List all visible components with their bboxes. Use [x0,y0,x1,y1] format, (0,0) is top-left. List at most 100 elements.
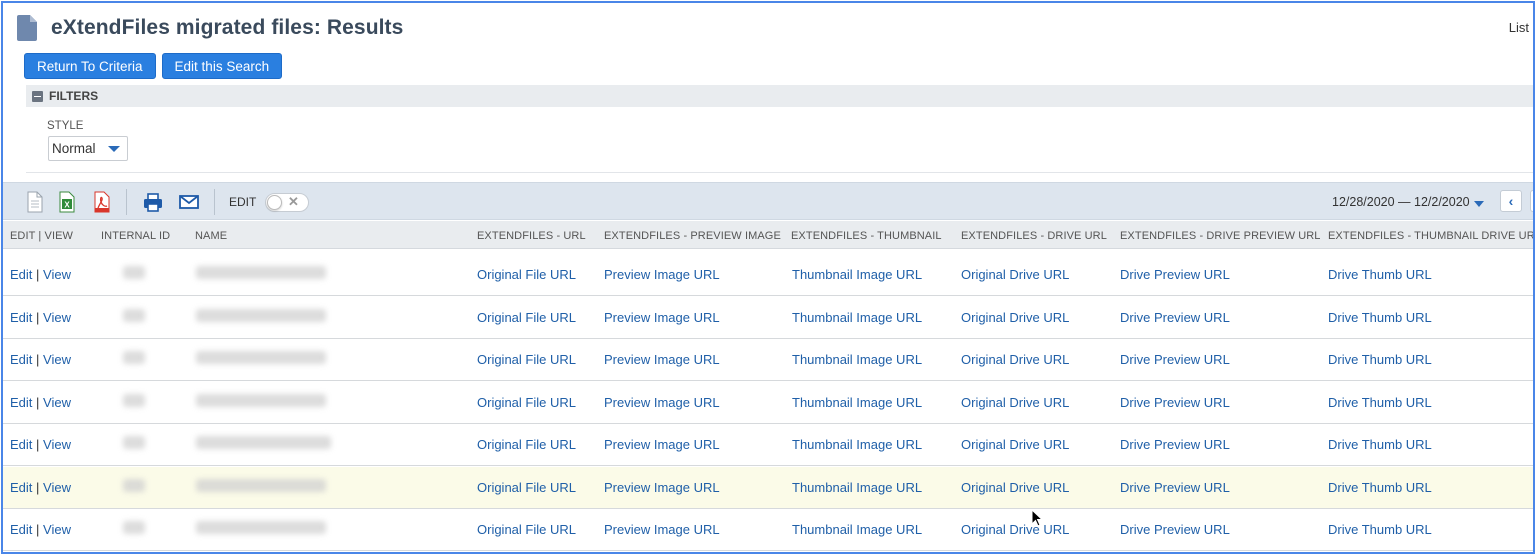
edit-link[interactable]: Edit [10,352,32,367]
row-actions: Edit | View [10,395,71,410]
edit-link[interactable]: Edit [10,480,32,495]
original-file-url-link[interactable]: Original File URL [477,267,576,282]
return-to-criteria-button[interactable]: Return To Criteria [24,53,156,79]
column-header-drive-url[interactable]: EXTENDFILES - DRIVE URL [961,230,1107,242]
style-label: STYLE [47,120,84,132]
original-drive-url-link[interactable]: Original Drive URL [961,352,1069,367]
name-redacted [196,266,326,279]
results-window: eXtendFiles migrated files: Results List… [1,1,1535,554]
original-file-url-link[interactable]: Original File URL [477,437,576,452]
preview-image-url-link[interactable]: Preview Image URL [604,267,720,282]
drive-preview-url-link[interactable]: Drive Preview URL [1120,437,1230,452]
drive-thumb-url-link[interactable]: Drive Thumb URL [1328,480,1432,495]
close-icon: ✕ [288,194,299,209]
table-header: EDIT | VIEW INTERNAL ID NAME EXTENDFILES… [3,221,1533,249]
edit-mode-toggle[interactable]: ✕ [265,193,309,212]
filters-header[interactable]: FILTERS [26,85,1533,107]
column-header-edit-view: EDIT | VIEW [10,230,74,242]
thumbnail-image-url-link[interactable]: Thumbnail Image URL [792,395,922,410]
edit-link[interactable]: Edit [10,267,32,282]
name-redacted [196,436,331,449]
original-drive-url-link[interactable]: Original Drive URL [961,437,1069,452]
drive-thumb-url-link[interactable]: Drive Thumb URL [1328,395,1432,410]
preview-image-url-link[interactable]: Preview Image URL [604,395,720,410]
thumbnail-image-url-link[interactable]: Thumbnail Image URL [792,310,922,325]
original-drive-url-link[interactable]: Original Drive URL [961,395,1069,410]
svg-text:X: X [64,201,70,210]
thumbnail-image-url-link[interactable]: Thumbnail Image URL [792,480,922,495]
document-icon[interactable] [25,191,45,213]
original-drive-url-link[interactable]: Original Drive URL [961,310,1069,325]
chevron-down-icon[interactable] [1474,201,1484,207]
table-row: Edit | View Original File URL Preview Imag… [3,509,1533,551]
drive-thumb-url-link[interactable]: Drive Thumb URL [1328,352,1432,367]
drive-preview-url-link[interactable]: Drive Preview URL [1120,480,1230,495]
column-header-internal-id[interactable]: INTERNAL ID [101,230,170,242]
drive-thumb-url-link[interactable]: Drive Thumb URL [1328,310,1432,325]
column-header-drive-preview-url[interactable]: EXTENDFILES - DRIVE PREVIEW URL [1120,230,1321,242]
drive-thumb-url-link[interactable]: Drive Thumb URL [1328,522,1432,537]
edit-this-search-button[interactable]: Edit this Search [161,53,283,79]
previous-page-button[interactable]: ‹ [1500,190,1522,212]
column-header-preview-image[interactable]: EXTENDFILES - PREVIEW IMAGE [604,230,781,242]
pdf-icon[interactable] [92,191,112,213]
edit-link[interactable]: Edit [10,522,32,537]
view-link[interactable]: View [43,522,71,537]
view-link[interactable]: View [43,480,71,495]
view-link[interactable]: View [43,437,71,452]
preview-image-url-link[interactable]: Preview Image URL [604,352,720,367]
preview-image-url-link[interactable]: Preview Image URL [604,437,720,452]
original-file-url-link[interactable]: Original File URL [477,352,576,367]
column-header-thumbnail[interactable]: EXTENDFILES - THUMBNAIL [791,230,942,242]
original-drive-url-link[interactable]: Original Drive URL [961,522,1069,537]
internal-id-redacted [123,266,145,279]
preview-image-url-link[interactable]: Preview Image URL [604,480,720,495]
next-page-button[interactable] [1530,190,1533,212]
thumbnail-image-url-link[interactable]: Thumbnail Image URL [792,352,922,367]
mouse-cursor-icon [1031,509,1043,527]
column-header-url[interactable]: EXTENDFILES - URL [477,230,586,242]
drive-preview-url-link[interactable]: Drive Preview URL [1120,522,1230,537]
collapse-icon[interactable] [32,90,43,102]
date-range-selector[interactable]: 12/28/2020 — 12/2/2020 [1332,195,1470,209]
style-select[interactable]: Normal [48,136,128,161]
thumbnail-image-url-link[interactable]: Thumbnail Image URL [792,522,922,537]
row-actions: Edit | View [10,310,71,325]
row-actions: Edit | View [10,480,71,495]
column-header-name[interactable]: NAME [195,230,227,242]
filters-label: FILTERS [49,89,99,103]
preview-image-url-link[interactable]: Preview Image URL [604,310,720,325]
original-file-url-link[interactable]: Original File URL [477,522,576,537]
preview-image-url-link[interactable]: Preview Image URL [604,522,720,537]
thumbnail-image-url-link[interactable]: Thumbnail Image URL [792,267,922,282]
drive-preview-url-link[interactable]: Drive Preview URL [1120,267,1230,282]
drive-preview-url-link[interactable]: Drive Preview URL [1120,395,1230,410]
original-file-url-link[interactable]: Original File URL [477,480,576,495]
edit-link[interactable]: Edit [10,395,32,410]
table-row: Edit | View Original File URL Preview Imag… [3,339,1533,381]
thumbnail-image-url-link[interactable]: Thumbnail Image URL [792,437,922,452]
name-redacted [196,393,326,407]
view-link[interactable]: View [43,267,71,282]
list-link[interactable]: List [1509,20,1529,35]
email-icon[interactable] [179,191,199,213]
link-separator: | [36,267,40,282]
style-value: Normal [52,141,96,156]
view-link[interactable]: View [43,395,71,410]
edit-link[interactable]: Edit [10,437,32,452]
original-file-url-link[interactable]: Original File URL [477,395,576,410]
edit-link[interactable]: Edit [10,310,32,325]
drive-preview-url-link[interactable]: Drive Preview URL [1120,310,1230,325]
drive-thumb-url-link[interactable]: Drive Thumb URL [1328,437,1432,452]
column-header-thumbnail-drive-url[interactable]: EXTENDFILES - THUMBNAIL DRIVE URL [1328,230,1533,242]
original-file-url-link[interactable]: Original File URL [477,310,576,325]
original-drive-url-link[interactable]: Original Drive URL [961,480,1069,495]
view-link[interactable]: View [43,310,71,325]
original-drive-url-link[interactable]: Original Drive URL [961,267,1069,282]
excel-icon[interactable]: X [57,191,77,213]
view-link[interactable]: View [43,352,71,367]
internal-id-redacted [123,308,145,322]
drive-thumb-url-link[interactable]: Drive Thumb URL [1328,267,1432,282]
drive-preview-url-link[interactable]: Drive Preview URL [1120,352,1230,367]
print-icon[interactable] [143,191,163,213]
